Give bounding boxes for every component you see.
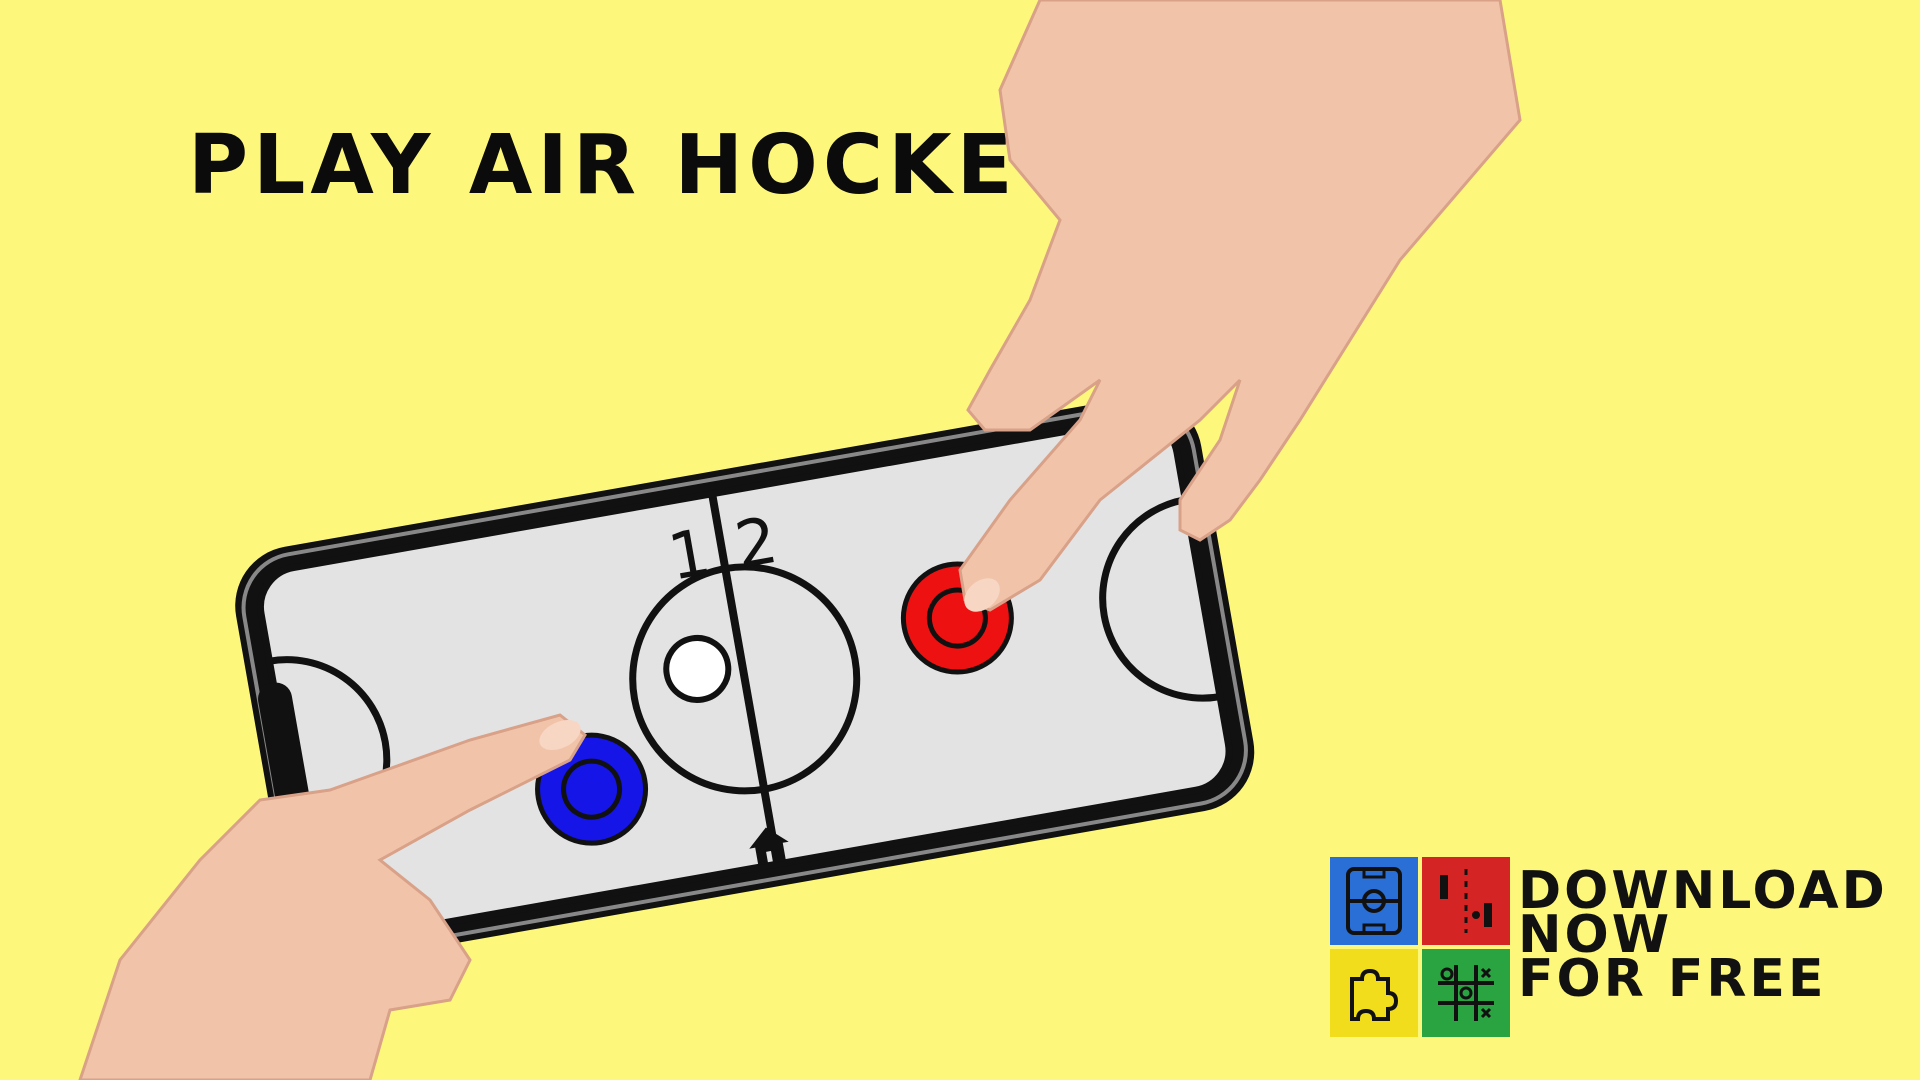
- promo-line-3: FOR FREE: [1518, 949, 1827, 1009]
- app-icon-grid: [1330, 857, 1510, 1037]
- download-promo[interactable]: DOWNLOAD NOW FOR FREE: [1330, 857, 1888, 1037]
- air-hockey-icon: [1330, 857, 1418, 945]
- promo-text: DOWNLOAD NOW FOR FREE: [1518, 865, 1888, 1009]
- right-hand: [958, 0, 1522, 612]
- pong-icon: [1422, 857, 1510, 945]
- tic-tac-toe-icon: [1422, 949, 1510, 1037]
- puzzle-icon: [1330, 949, 1418, 1037]
